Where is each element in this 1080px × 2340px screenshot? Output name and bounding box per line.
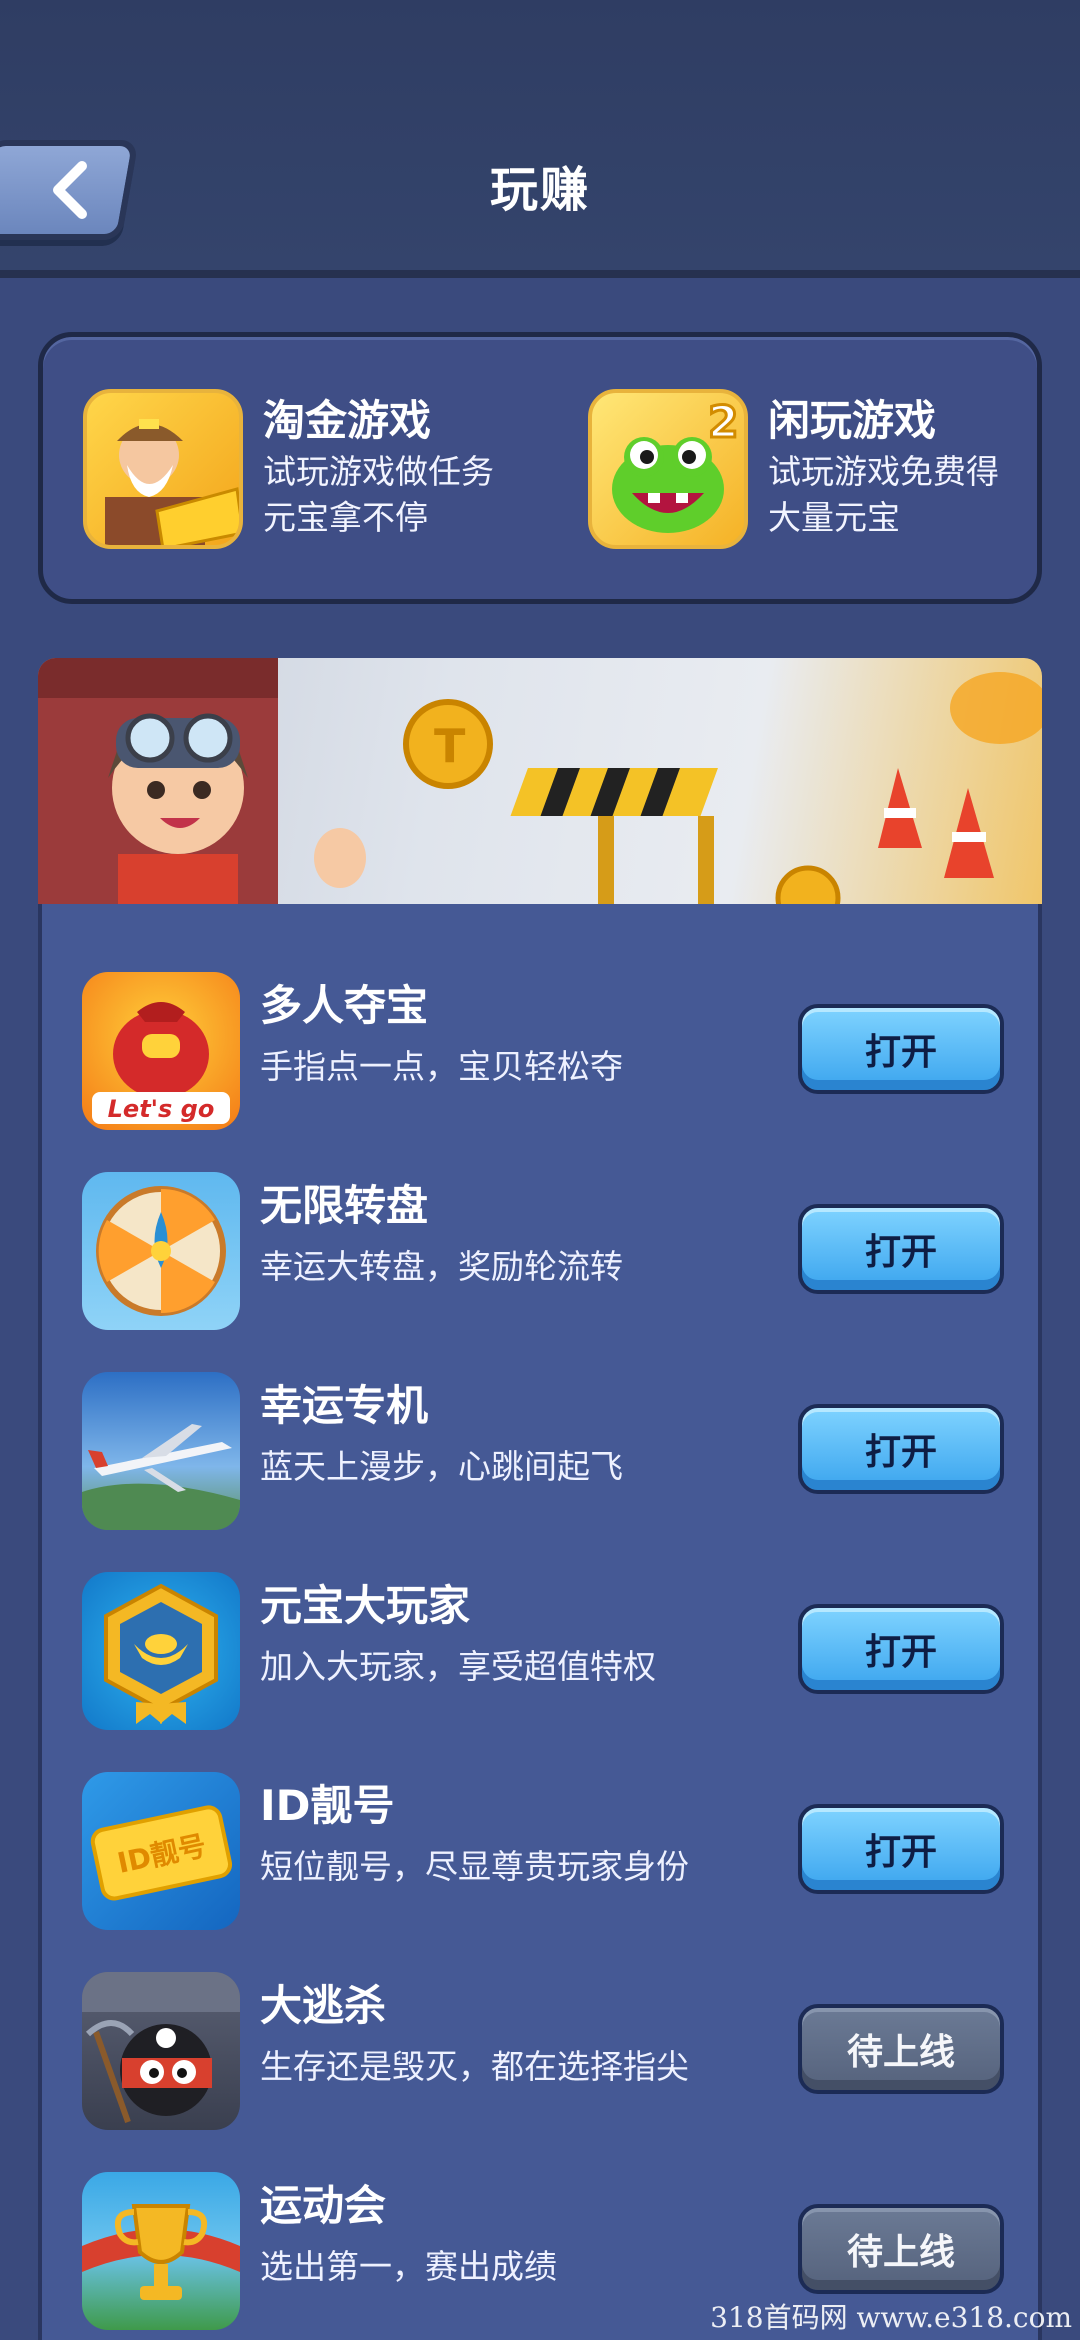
traffic-cone-icon [878, 768, 994, 878]
pirate-icon [82, 1972, 240, 2130]
open-button[interactable]: 打开 [798, 1004, 1004, 1094]
list-item-desc: 短位靓号，尽显尊贵玩家身份 [260, 1847, 689, 1886]
list-item-desc: 蓝天上漫步，心跳间起飞 [260, 1447, 623, 1486]
list-item-desc: 手指点一点，宝贝轻松夺 [260, 1047, 623, 1086]
promo-banner: T [38, 658, 1042, 904]
list-item-name: 幸运专机 [260, 1381, 429, 1430]
open-button[interactable]: 打开 [798, 1204, 1004, 1294]
watermark: 318首码网 www.e318.com [710, 2301, 1072, 2334]
open-button[interactable]: 打开 [798, 1604, 1004, 1694]
page-title: 玩赚 [489, 162, 590, 218]
gold-miner-icon [83, 389, 243, 549]
featured-game-desc: 试玩游戏免费得大量元宝 [768, 452, 999, 537]
list-item-name: 元宝大玩家 [260, 1581, 471, 1630]
trophy-icon [82, 2172, 240, 2330]
svg-text:2: 2 [708, 397, 739, 448]
open-button[interactable]: 打开 [798, 1404, 1004, 1494]
wheel-icon [82, 1172, 240, 1330]
featured-game-title: 淘金游戏 [263, 396, 432, 445]
list-item: ID靓号 ID靓号 短位靓号，尽显尊贵玩家身份 打开 [42, 1772, 1046, 1932]
list-item-desc: 生存还是毁灭，都在选择指尖 [260, 2047, 689, 2086]
featured-game-gold[interactable]: 淘金游戏 试玩游戏做任务元宝拿不停 [83, 389, 503, 549]
list-item: Let's go 多人夺宝 手指点一点，宝贝轻松夺 打开 [42, 972, 1046, 1132]
list-item-name: 无限转盘 [260, 1181, 429, 1230]
list-item-desc: 选出第一，赛出成绩 [260, 2247, 557, 2286]
game-list: Let's go 多人夺宝 手指点一点，宝贝轻松夺 打开 无限转盘 幸运大转盘，… [38, 904, 1042, 2340]
featured-game-idle[interactable]: 2 闲玩游戏 试玩游戏免费得大量元宝 [588, 389, 1008, 549]
list-item-name: 运动会 [260, 2181, 387, 2230]
svg-text:T: T [434, 719, 466, 773]
featured-game-desc: 试玩游戏做任务元宝拿不停 [263, 452, 494, 537]
ingot-badge-icon [82, 1572, 240, 1730]
id-ticket-icon: ID靓号 [82, 1772, 240, 1930]
list-item-name: 大逃杀 [260, 1981, 387, 2030]
coming-soon-button[interactable]: 待上线 [798, 2204, 1004, 2294]
list-item-name: ID靓号 [260, 1781, 395, 1830]
list-item-name: 多人夺宝 [260, 981, 429, 1030]
pilot-character-icon [108, 713, 366, 904]
list-item: 元宝大玩家 加入大玩家，享受超值特权 打开 [42, 1572, 1046, 1732]
list-item-desc: 加入大玩家，享受超值特权 [260, 1647, 656, 1686]
coming-soon-button[interactable]: 待上线 [798, 2004, 1004, 2094]
list-item-desc: 幸运大转盘，奖励轮流转 [260, 1247, 623, 1286]
airplane-icon [82, 1372, 240, 1530]
featured-games-card: 淘金游戏 试玩游戏做任务元宝拿不停 2 闲玩游戏 试玩游戏免费得大量元宝 [38, 332, 1042, 604]
open-button[interactable]: 打开 [798, 1804, 1004, 1894]
list-item: 无限转盘 幸运大转盘，奖励轮流转 打开 [42, 1172, 1046, 1332]
green-monster-icon: 2 [588, 389, 748, 549]
featured-game-title: 闲玩游戏 [768, 396, 937, 445]
list-item: 幸运专机 蓝天上漫步，心跳间起飞 打开 [42, 1372, 1046, 1532]
list-item: 大逃杀 生存还是毁灭，都在选择指尖 待上线 [42, 1972, 1046, 2132]
treasure-bag-icon: Let's go [82, 972, 240, 1130]
icon-caption: Let's go [108, 1095, 215, 1123]
barrier-icon [510, 768, 718, 904]
header: 玩赚 [0, 0, 1080, 278]
